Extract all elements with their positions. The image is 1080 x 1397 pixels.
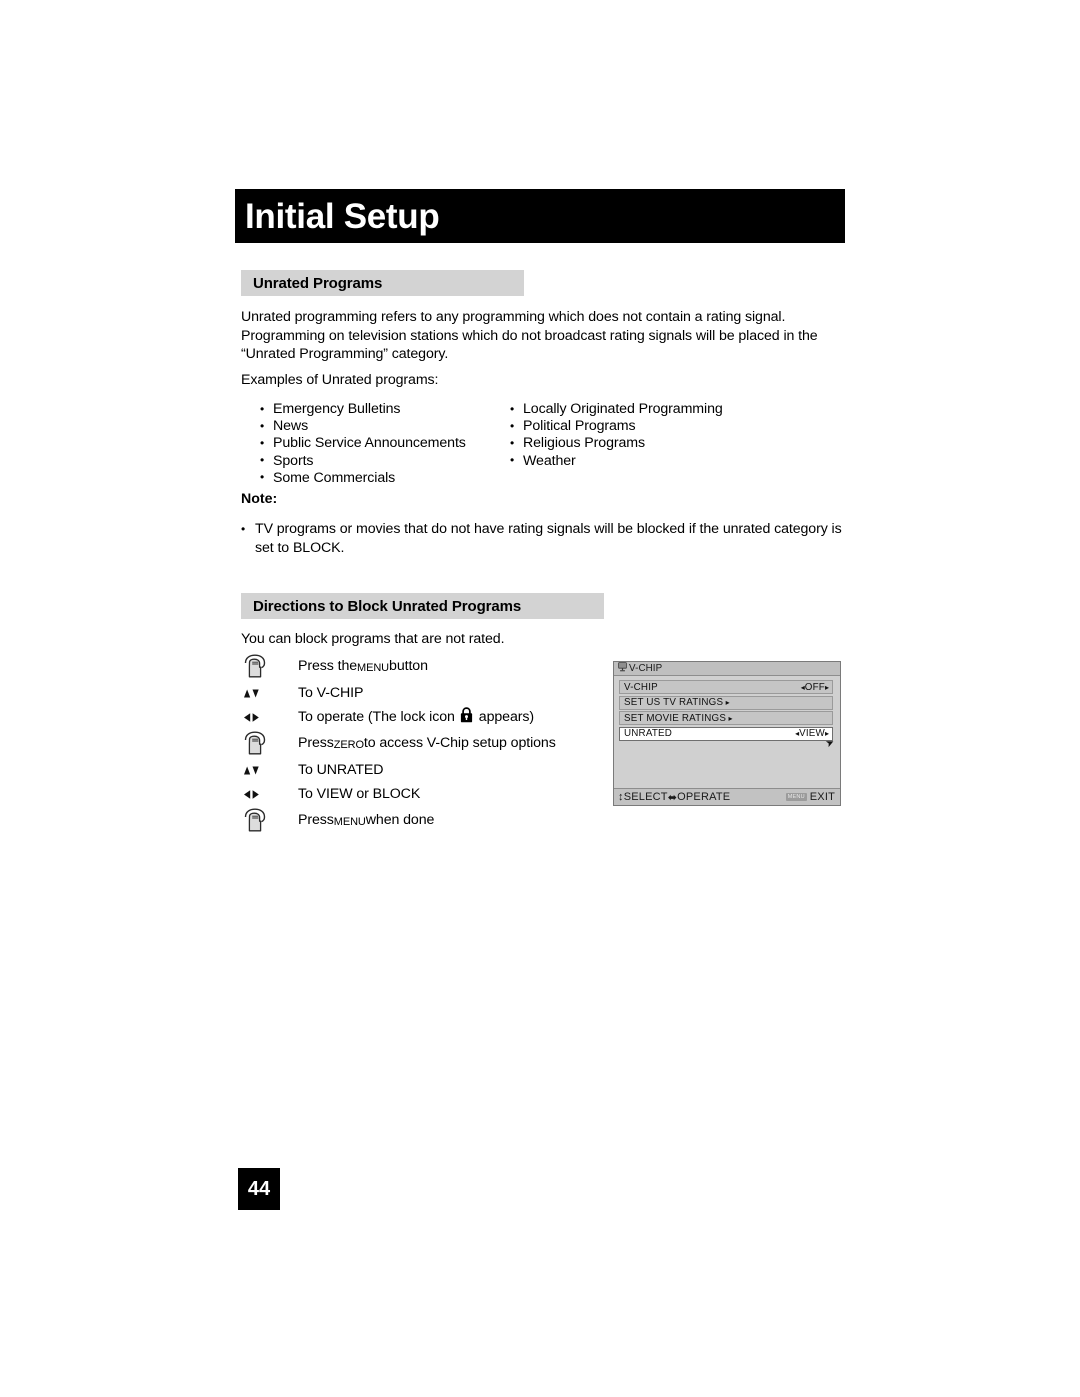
osd-row-set-us-tv-ratings[interactable]: SET US TV RATINGS ▸ [619,695,833,710]
osd-footer-right: MENU EXIT [785,791,835,803]
note-label: Note: [241,491,278,507]
step-text-before: Press the [298,658,358,674]
list-item: Weather [508,452,723,470]
section-heading-label: Unrated Programs [253,274,383,292]
submenu-arrow-icon: ▸ [723,698,730,707]
step-text-before: To VIEW or BLOCK [298,785,421,802]
osd-row-unrated[interactable]: UNRATED ◂VIEW▸ ➤ [619,726,836,750]
left-right-arrows-icon [240,711,298,724]
osd-row-label: SET MOVIE RATINGS ▸ [624,712,733,724]
list-item: Religious Programs [508,435,723,452]
osd-operate-label: OPERATE [677,791,731,803]
section-heading-unrated-programs: Unrated Programs [241,270,524,296]
step-text-before: Press [298,735,334,751]
hand-press-button-icon [240,808,298,833]
step-row: To UNRATED [240,758,590,782]
osd-row-list: V-CHIP ◂OFF▸ SET US TV RATINGS ▸ SET MOV… [619,680,836,750]
hand-press-button-icon [240,731,298,756]
cursor-pointer-icon: ➤ [823,736,836,750]
step-text-before: Press [298,812,334,828]
step-text: Press MENU when done [298,812,434,829]
osd-select-label: SELECT [623,791,668,803]
osd-row-value: OFF [804,681,825,693]
right-arrow-icon: ▸ [824,682,829,692]
page-title: Initial Setup [245,196,440,236]
osd-row-label: V-CHIP [624,681,658,693]
left-right-arrows-icon [240,788,298,801]
list-item: Public Service Announcements [258,435,508,452]
unrated-examples-list: Emergency Bulletins News Public Service … [258,400,858,487]
key-name: ZERO [333,735,364,752]
up-down-arrows-icon [240,687,298,700]
step-text: Press the MENU button [298,658,428,675]
unrated-intro-paragraph: Unrated programming refers to any progra… [241,309,818,362]
osd-row-label: UNRATED [624,728,673,739]
left-right-operate-icon: ⬌ [667,791,678,804]
osd-row-value: VIEW [799,728,825,739]
osd-title-label: V-CHIP [629,663,663,674]
step-text-before: To UNRATED [298,761,384,778]
step-text: Press ZERO to access V-Chip setup option… [298,735,556,752]
step-row: To V-CHIP [240,681,590,705]
list-item: News [258,418,508,435]
list-item: Political Programs [508,418,723,435]
step-row: Press the MENU button [240,652,590,681]
list-item: Emergency Bulletins [258,400,508,418]
osd-exit-label: EXIT [809,791,835,803]
examples-label: Examples of Unrated programs: [241,372,439,388]
step-row: Press MENU when done [240,806,590,835]
step-text-before: To V-CHIP [298,684,364,701]
key-name: MENU [333,812,366,829]
up-down-arrows-icon [240,764,298,777]
osd-title-bar: V-CHIP [614,662,840,676]
menu-key-badge: MENU [785,793,807,801]
step-text-after: to access V-Chip setup options [363,735,556,751]
step-row: To VIEW or BLOCK [240,782,590,806]
step-text: To operate (The lock icon appears) [298,706,534,728]
step-text: To VIEW or BLOCK [298,786,420,803]
step-text: To UNRATED [298,761,384,779]
submenu-arrow-icon: ▸ [726,713,733,723]
tv-monitor-icon [618,662,627,675]
chapter-title-bar: Initial Setup [235,189,845,243]
examples-column-left: Emergency Bulletins News Public Service … [258,400,508,487]
hand-press-button-icon [240,654,298,679]
directions-steps-list: Press the MENU button To V-CHIP [240,652,590,835]
page-number: 44 [238,1168,280,1210]
step-text-after: button [389,658,428,674]
lock-icon [460,706,473,728]
osd-footer-bar: ↕ SELECT ⬌ OPERATE MENU EXIT [614,788,840,805]
osd-footer-left: ↕ SELECT ⬌ OPERATE [618,791,730,804]
list-item: Some Commercials [258,469,508,487]
right-arrow-icon: ▸ [824,729,829,738]
note-text: TV programs or movies that do not have r… [241,520,860,557]
directions-intro-paragraph: You can block programs that are not rate… [241,631,505,647]
manual-page: Initial Setup Unrated Programs Unrated p… [0,0,1080,1397]
osd-row-set-movie-ratings[interactable]: SET MOVIE RATINGS ▸ [619,711,833,725]
osd-row-value-group: ◂VIEW▸ [795,728,829,739]
list-item: Locally Originated Programming [508,400,723,418]
step-text-before: To operate (The lock icon [298,708,455,725]
step-text-after: appears) [478,708,534,725]
examples-column-right: Locally Originated Programming Political… [508,400,723,487]
section-heading-label: Directions to Block Unrated Programs [253,597,522,615]
step-row: To operate (The lock icon appears) [240,705,590,729]
key-name: MENU [357,658,390,675]
section-heading-directions: Directions to Block Unrated Programs [241,593,604,619]
osd-row-vchip[interactable]: V-CHIP ◂OFF▸ [619,680,833,694]
osd-row-value-group: ◂OFF▸ [801,682,829,693]
osd-vchip-menu: V-CHIP V-CHIP ◂OFF▸ SET US TV RATINGS ▸ … [613,661,841,806]
step-text-after: when done [365,812,435,828]
list-item: Sports [258,452,508,470]
step-text: To V-CHIP [298,685,363,702]
step-row: Press ZERO to access V-Chip setup option… [240,729,590,758]
osd-row-label: SET US TV RATINGS ▸ [624,697,730,708]
